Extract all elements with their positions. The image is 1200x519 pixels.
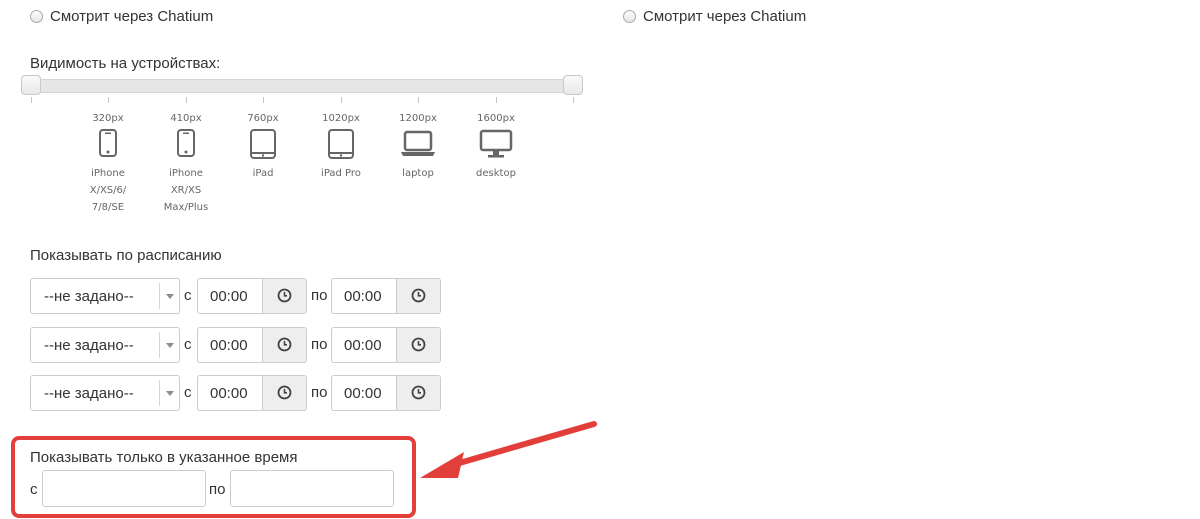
schedule-row: --не задано-- с 00:00 по 00:00 (30, 327, 441, 363)
radio-button[interactable] (30, 10, 43, 23)
time-from-field[interactable]: 00:00 (197, 278, 307, 314)
to-word: по (311, 384, 328, 401)
time-only-from-input[interactable] (42, 470, 206, 507)
slider-tick (108, 97, 109, 103)
clock-icon (277, 288, 292, 303)
device-name: iPad (252, 168, 274, 179)
from-word: с (30, 481, 38, 498)
time-from-field[interactable]: 00:00 (197, 375, 307, 411)
from-word: с (184, 384, 192, 401)
clock-icon (277, 337, 292, 352)
day-select-value: --не задано-- (44, 337, 134, 354)
slider-handle-min[interactable] (21, 75, 41, 95)
device-width: 1600px (477, 113, 515, 124)
time-only-label: Показывать только в указанное время (30, 449, 298, 466)
clock-button[interactable] (262, 279, 306, 313)
clock-button[interactable] (396, 328, 440, 362)
to-word: по (209, 481, 226, 498)
slider-handle-max[interactable] (563, 75, 583, 95)
time-to-value[interactable]: 00:00 (344, 288, 396, 305)
time-from-field[interactable]: 00:00 (197, 327, 307, 363)
device-name: iPhone X/XS/6/ 7/8/SE (89, 168, 127, 213)
day-select[interactable]: --не задано-- (30, 327, 180, 363)
laptop-icon (388, 129, 448, 165)
visibility-label: Видимость на устройствах: (30, 55, 221, 72)
device-width: 1200px (399, 113, 437, 124)
device-ipad-pro: 1020px iPad Pro (311, 110, 371, 182)
caret-down-icon (166, 343, 174, 348)
clock-button[interactable] (262, 376, 306, 410)
slider-tick (341, 97, 342, 103)
slider-tick (263, 97, 264, 103)
clock-button[interactable] (396, 279, 440, 313)
caret-down-icon (166, 294, 174, 299)
select-arrow[interactable] (159, 283, 179, 309)
watch-via-chatium-option-1[interactable]: Смотрит через Chatium (30, 8, 213, 25)
time-only-to-input[interactable] (230, 470, 394, 507)
time-to-value[interactable]: 00:00 (344, 337, 396, 354)
desktop-icon (466, 129, 526, 165)
schedule-label: Показывать по расписанию (30, 247, 222, 264)
time-from-value[interactable]: 00:00 (210, 337, 262, 354)
device-width: 320px (92, 113, 124, 124)
clock-button[interactable] (262, 328, 306, 362)
device-name: iPad Pro (321, 168, 361, 179)
device-width: 1020px (322, 113, 360, 124)
time-to-field[interactable]: 00:00 (331, 327, 441, 363)
caret-down-icon (166, 391, 174, 396)
to-word: по (311, 336, 328, 353)
time-from-value[interactable]: 00:00 (210, 385, 262, 402)
schedule-row: --не задано-- с 00:00 по 00:00 (30, 375, 441, 411)
device-iphone-plus: 410px iPhone XR/XS Max/Plus (156, 110, 216, 216)
select-arrow[interactable] (159, 380, 179, 406)
device-ipad: 760px iPad (233, 110, 293, 182)
phone-icon (78, 129, 138, 165)
device-laptop: 1200px laptop (388, 110, 448, 182)
device-width: 410px (170, 113, 202, 124)
time-to-field[interactable]: 00:00 (331, 278, 441, 314)
slider-tick (573, 97, 574, 103)
time-from-value[interactable]: 00:00 (210, 288, 262, 305)
tablet-icon (311, 129, 371, 165)
time-to-value[interactable]: 00:00 (344, 385, 396, 402)
radio-button[interactable] (623, 10, 636, 23)
device-name: desktop (476, 168, 516, 179)
time-to-field[interactable]: 00:00 (331, 375, 441, 411)
device-visibility-slider[interactable] (30, 79, 583, 93)
slider-tick (418, 97, 419, 103)
annotation-arrow-icon (420, 421, 597, 478)
clock-icon (411, 288, 426, 303)
clock-icon (411, 385, 426, 400)
device-name: iPhone XR/XS Max/Plus (163, 168, 209, 213)
to-word: по (311, 287, 328, 304)
device-name: laptop (402, 168, 434, 179)
slider-tick (496, 97, 497, 103)
select-arrow[interactable] (159, 332, 179, 358)
device-desktop: 1600px desktop (466, 110, 526, 182)
day-select-value: --не задано-- (44, 288, 134, 305)
day-select[interactable]: --не задано-- (30, 375, 180, 411)
slider-tick (186, 97, 187, 103)
device-width: 760px (247, 113, 279, 124)
day-select[interactable]: --не задано-- (30, 278, 180, 314)
clock-icon (411, 337, 426, 352)
tablet-icon (233, 129, 293, 165)
radio-label: Смотрит через Chatium (50, 8, 214, 25)
from-word: с (184, 336, 192, 353)
clock-icon (277, 385, 292, 400)
from-word: с (184, 287, 192, 304)
radio-label: Смотрит через Chatium (643, 8, 807, 25)
schedule-row: --не задано-- с 00:00 по 00:00 (30, 278, 441, 314)
watch-via-chatium-option-2[interactable]: Смотрит через Chatium (623, 8, 806, 25)
phone-icon (156, 129, 216, 165)
device-iphone: 320px iPhone X/XS/6/ 7/8/SE (78, 110, 138, 216)
clock-button[interactable] (396, 376, 440, 410)
slider-tick (31, 97, 32, 103)
day-select-value: --не задано-- (44, 385, 134, 402)
